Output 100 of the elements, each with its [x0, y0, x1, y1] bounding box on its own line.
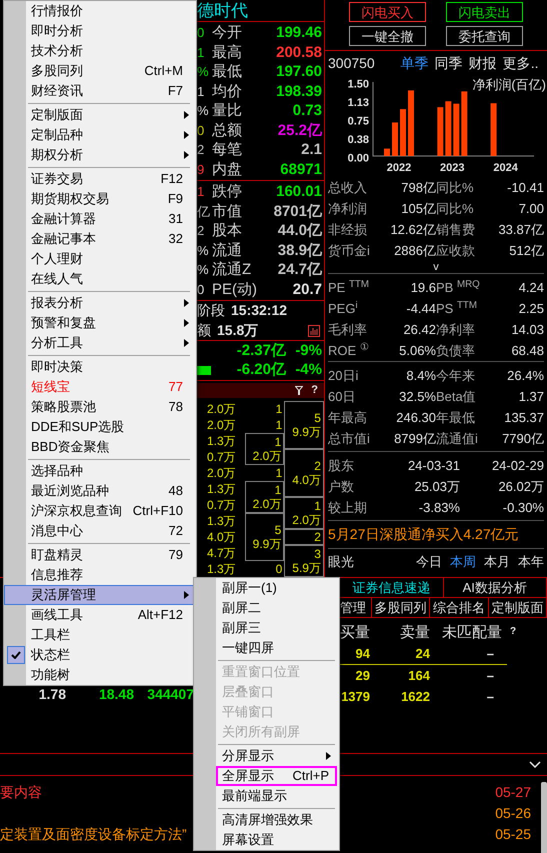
menu-item[interactable]: 即时决策 [4, 357, 196, 377]
menu-item[interactable]: 副屏一(1) [216, 578, 339, 598]
chevron-down-icon[interactable] [529, 761, 541, 768]
metric-label: 销售费 [436, 223, 476, 236]
check-box[interactable] [7, 646, 25, 664]
menu-item[interactable]: 状态栏 [4, 645, 196, 665]
quote-label: 跌停 [212, 184, 242, 200]
report-tab[interactable]: 财报 [468, 52, 497, 74]
menu-item[interactable]: 副屏二 [216, 598, 339, 618]
report-tab[interactable]: 同季 [434, 52, 463, 74]
trade-button[interactable]: 闪电卖出 [446, 2, 523, 22]
cut-text: 2 [197, 143, 206, 156]
menu-item[interactable]: 行情报价 [4, 1, 196, 21]
menu-item[interactable]: 最近浏览品种 48 [4, 481, 196, 501]
metric-label: 货币金i [328, 244, 371, 257]
order-box: 1 2.0万 [244, 481, 284, 513]
trade-button[interactable]: 委托查询 [446, 26, 523, 46]
holder-value: -3.83% [418, 498, 460, 517]
metric-value: 512亿 [509, 244, 544, 257]
news-title[interactable]: 定装置及面密度设备标定方法” [0, 824, 187, 845]
menu-item[interactable]: 报表分析 [4, 293, 196, 313]
menu-item[interactable]: 短线宝 77 [4, 377, 196, 397]
trade-button[interactable]: 闪电买入 [349, 2, 426, 22]
tool-tab[interactable]: 多股同列 [372, 598, 430, 617]
menu-item[interactable]: 分屏显示 [216, 746, 339, 766]
menu-item[interactable]: 期货期权交易 F9 [4, 189, 196, 209]
menu-item[interactable]: 沪深京权息查询 Ctrl+F10 [4, 501, 196, 521]
menu-item[interactable]: 最前端显示 [216, 786, 339, 806]
metric-value: 8.4% [405, 369, 436, 382]
help-icon[interactable]: ? [510, 624, 516, 639]
quote-label: 总额 [212, 122, 242, 138]
menu-item[interactable]: 选择品种 [4, 461, 196, 481]
chart-icon[interactable] [308, 324, 320, 336]
menu-item[interactable]: 定制版面 [4, 105, 196, 125]
report-tab[interactable]: 更多.. [502, 52, 538, 74]
bar [453, 104, 460, 156]
menu-item[interactable]: 定制品种 [4, 125, 196, 145]
quote-value: 199.46 [276, 25, 323, 40]
menu-item[interactable]: 屏幕设置 [216, 830, 339, 850]
metric-label: 毛利率 [328, 323, 368, 336]
tool-tab[interactable]: 定制版面 [488, 598, 547, 617]
period-tab[interactable]: 今日 [416, 552, 442, 572]
metric-label: PB $^{MRQ}$ [436, 281, 481, 294]
news-title[interactable]: 要内容 [0, 782, 42, 803]
menu-item[interactable]: 个人理财 [4, 249, 196, 269]
tick-label: 0.00 [348, 152, 369, 165]
cut-text: % [197, 263, 210, 276]
tool-tab[interactable]: 综合排名 [430, 598, 489, 617]
metric-value: 26.42 [402, 323, 436, 336]
period-tab[interactable]: 本周 [450, 552, 476, 572]
menu-item[interactable]: BBD资金聚焦 [4, 437, 196, 457]
period-tab[interactable]: 本年 [518, 552, 544, 572]
metric-value: 32.5% [398, 390, 436, 403]
metric-label: 20日i [328, 369, 360, 382]
menu-item[interactable]: 预警和复盘 [4, 313, 196, 333]
holder-label: 股东 [328, 456, 355, 475]
menu-item[interactable]: 工具栏 [4, 625, 196, 645]
menu-item[interactable]: 技术分析 [4, 41, 196, 61]
menu-item[interactable]: 画线工具 Alt+F12 [4, 605, 196, 625]
menu-item[interactable]: 灵活屏管理 [4, 585, 196, 605]
period-tab[interactable]: 本月 [484, 552, 510, 572]
menu-item[interactable]: 在线人气 [4, 269, 196, 289]
order-count: 1 [274, 417, 284, 433]
bar [384, 148, 390, 156]
menu-item[interactable]: 证券交易 F12 [4, 169, 196, 189]
menu-item[interactable]: 一键四屏 [216, 638, 339, 658]
help-icon[interactable]: ? [311, 382, 318, 399]
info-tab[interactable]: AI数据分析 [444, 578, 547, 597]
cut-text: 1 [197, 185, 206, 198]
menu-item[interactable]: 消息中心 72 [4, 521, 196, 541]
report-tab[interactable]: 单季 [400, 52, 429, 74]
menu-item[interactable]: 即时分析 [4, 21, 196, 41]
quote-label: 量比 [212, 103, 242, 118]
menu-item[interactable]: 全屏显示 Ctrl+P [216, 766, 337, 786]
menu-item[interactable]: 高清屏增强效果 [216, 810, 339, 830]
menu-item[interactable]: 副屏三 [216, 618, 339, 638]
metric-label: Beta值 [436, 390, 477, 403]
expand-toggle[interactable]: v [433, 261, 439, 273]
trade-button[interactable]: 一键全撤 [349, 26, 426, 46]
metric-value: 5.06% [398, 344, 436, 357]
quote-value: 160.01 [276, 184, 323, 200]
scrollbar[interactable] [541, 782, 547, 853]
cut-text: 亿 [197, 204, 211, 218]
price-cell-text: 18.48 [98, 684, 134, 704]
menu-item[interactable]: 金融记事本 32 [4, 229, 196, 249]
order-volume: 0.7万 [207, 497, 237, 513]
menu-item[interactable]: DDE和SUP选股 [4, 417, 196, 437]
menu-item[interactable]: 盯盘精灵 79 [4, 545, 196, 565]
menu-item[interactable]: 期权分析 [4, 145, 196, 165]
menu-item[interactable]: 信息推荐 [4, 565, 196, 585]
headline-link[interactable]: 5月27日深股通净买入4.27亿元 [328, 524, 519, 545]
cut-text: 2 [197, 224, 206, 238]
filter-icon[interactable] [295, 386, 304, 395]
menu-item[interactable]: 策略股票池 78 [4, 397, 196, 417]
menu-item[interactable]: 财经资讯 F7 [4, 81, 196, 101]
menu-item[interactable]: 多股同列 Ctrl+M [4, 61, 196, 81]
cut-text: % [197, 104, 210, 118]
menu-item[interactable]: 金融计算器 31 [4, 209, 196, 229]
menu-item[interactable]: 功能树 [4, 665, 196, 685]
menu-item[interactable]: 分析工具 [4, 333, 196, 353]
